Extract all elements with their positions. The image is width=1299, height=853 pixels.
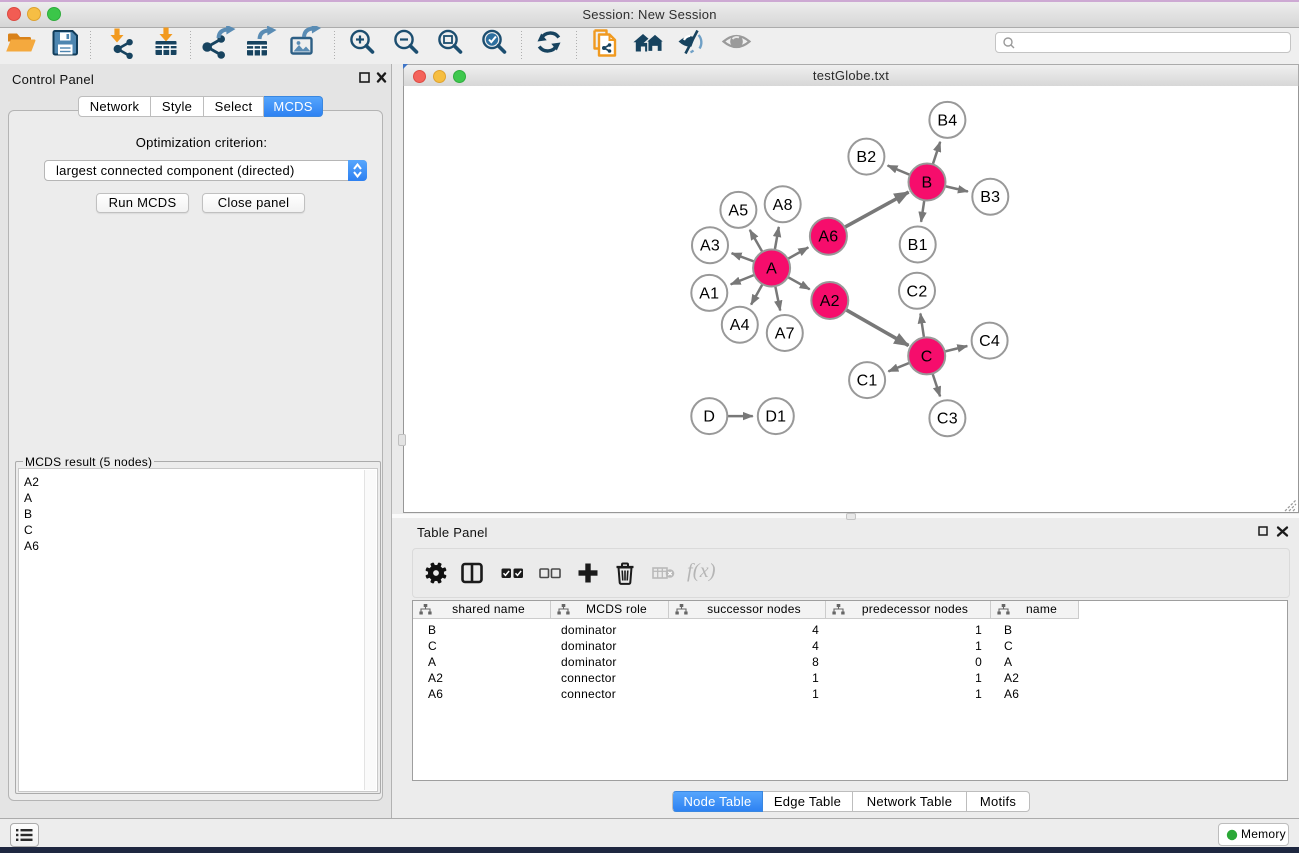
svg-text:A6: A6 — [818, 229, 838, 246]
svg-text:C1: C1 — [857, 373, 878, 390]
svg-text:B4: B4 — [937, 112, 957, 129]
svg-text:A5: A5 — [728, 202, 748, 219]
svg-text:A8: A8 — [773, 197, 793, 214]
svg-text:B2: B2 — [856, 149, 876, 166]
svg-text:D1: D1 — [765, 409, 786, 426]
svg-text:C4: C4 — [979, 333, 1000, 350]
svg-text:C: C — [921, 348, 933, 365]
svg-text:B: B — [922, 175, 933, 192]
svg-text:A3: A3 — [700, 238, 720, 255]
svg-text:C3: C3 — [937, 411, 958, 428]
svg-text:A4: A4 — [730, 317, 750, 334]
svg-text:D: D — [703, 409, 715, 426]
svg-text:A2: A2 — [820, 293, 840, 310]
svg-text:A1: A1 — [699, 285, 719, 302]
svg-text:A: A — [766, 261, 777, 278]
svg-text:C2: C2 — [907, 283, 928, 300]
svg-text:B3: B3 — [980, 189, 1000, 206]
svg-text:B1: B1 — [908, 237, 928, 254]
svg-text:A7: A7 — [775, 326, 795, 343]
